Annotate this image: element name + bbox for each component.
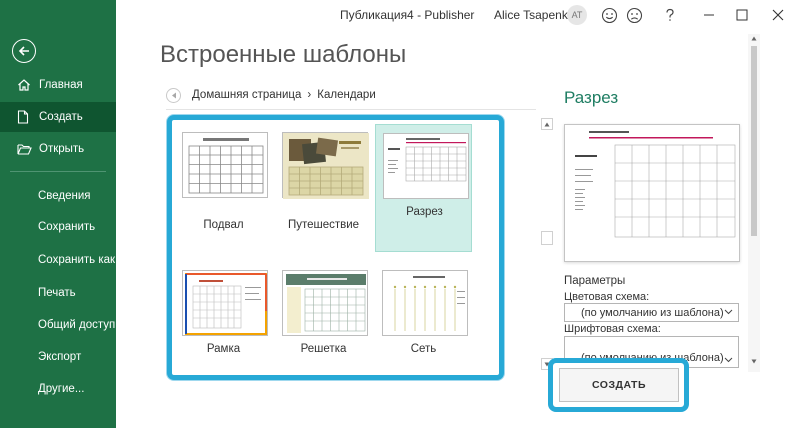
template-label: Решетка [300,343,347,355]
template-tile-cut[interactable]: Разрез [375,124,472,252]
nav-save-as[interactable]: Сохранить как [0,245,116,275]
nav-save-as-label: Сохранить как [38,254,116,266]
color-scheme-select[interactable]: (по умолчанию из шаблона) [564,303,739,322]
nav-share-label: Общий доступ [38,319,116,331]
folder-open-icon [17,143,39,156]
window-title: Публикация4 - Publisher [340,8,475,22]
scroll-up-button[interactable] [541,118,553,130]
template-thumbnail [383,133,469,199]
scroll-thumb[interactable] [541,231,553,245]
create-button[interactable]: СОЗДАТЬ [559,368,679,402]
template-tile-network[interactable]: Сеть [375,262,472,390]
triangle-up-icon [544,122,550,126]
triangle-left-icon [171,92,176,98]
template-thumbnail [382,270,468,336]
template-thumbnail [282,132,369,199]
nav-export-label: Экспорт [38,351,82,363]
nav-save-label: Сохранить [38,221,96,233]
close-icon[interactable] [767,4,789,26]
nav-new[interactable]: Создать [0,102,116,132]
options-title: Параметры [564,275,626,287]
back-button[interactable] [12,39,36,63]
triangle-up-icon [751,36,757,41]
chevron-down-icon [724,307,733,319]
nav-print-label: Печать [38,287,76,299]
scroll-thumb[interactable] [751,46,757,236]
breadcrumb: Домашняя страница › Календари [166,85,376,105]
smile-icon[interactable] [598,4,620,26]
nav-info-label: Сведения [38,190,91,202]
new-document-icon [17,110,39,124]
nav-new-label: Создать [39,111,83,123]
template-label: Подвал [203,219,244,231]
nav-more[interactable]: Другие... [0,374,116,404]
nav-share[interactable]: Общий доступ [0,310,116,340]
template-gallery: Подвал Путешествие Разрез Рамка Решетка … [167,115,504,380]
color-scheme-value: (по умолчанию из шаблона) [581,306,724,319]
template-tile-travel[interactable]: Путешествие [275,124,372,252]
template-tile-frame[interactable]: Рамка [175,262,272,390]
gallery-scrollbar[interactable] [541,118,553,380]
page-title: Встроенные шаблоны [160,41,407,68]
breadcrumb-current: Календари [317,89,376,101]
nav-home[interactable]: Главная [0,70,116,100]
maximize-icon[interactable] [731,4,753,26]
template-thumbnail [182,132,268,198]
template-thumbnail [182,270,268,336]
nav-open-label: Открыть [39,143,85,155]
preview-title: Разрез [564,88,619,107]
template-tile-grid[interactable]: Решетка [275,262,372,390]
home-icon [17,78,39,92]
minimize-icon[interactable] [698,4,720,26]
arrow-left-icon [18,46,29,56]
template-preview [564,124,740,262]
backstage-sidebar: Главная Создать Открыть Сведения Сохрани… [0,0,116,428]
preview-scrollbar[interactable] [748,34,760,372]
template-label: Разрез [406,206,443,218]
nav-print[interactable]: Печать [0,278,116,308]
breadcrumb-home[interactable]: Домашняя страница [192,89,301,101]
nav-home-label: Главная [39,79,83,91]
triangle-down-icon [751,359,757,364]
user-name[interactable]: Alice Tsapenko [494,8,575,22]
template-tile-footer[interactable]: Подвал [175,124,272,252]
breadcrumb-divider [166,109,536,110]
chevron-down-icon [724,355,733,367]
template-thumbnail [282,270,368,336]
template-label: Рамка [206,343,241,355]
color-scheme-label: Цветовая схема: [564,291,650,303]
frown-icon[interactable] [623,4,645,26]
template-label: Сеть [410,343,437,355]
sidebar-divider [10,171,106,172]
nav-more-label: Другие... [38,383,85,395]
main-content: Встроенные шаблоны Домашняя страница › К… [153,32,763,412]
nav-save[interactable]: Сохранить [0,212,116,242]
title-bar: Публикация4 - Publisher Alice Tsapenko A… [116,0,800,30]
breadcrumb-separator: › [307,89,312,101]
breadcrumb-back-button[interactable] [166,87,181,103]
font-scheme-label: Шрифтовая схема: [564,323,661,335]
template-label: Путешествие [287,219,360,231]
help-icon[interactable] [659,4,681,26]
avatar[interactable]: AT [567,5,587,25]
nav-export[interactable]: Экспорт [0,342,116,372]
nav-open[interactable]: Открыть [0,134,116,164]
nav-info[interactable]: Сведения [0,181,116,211]
